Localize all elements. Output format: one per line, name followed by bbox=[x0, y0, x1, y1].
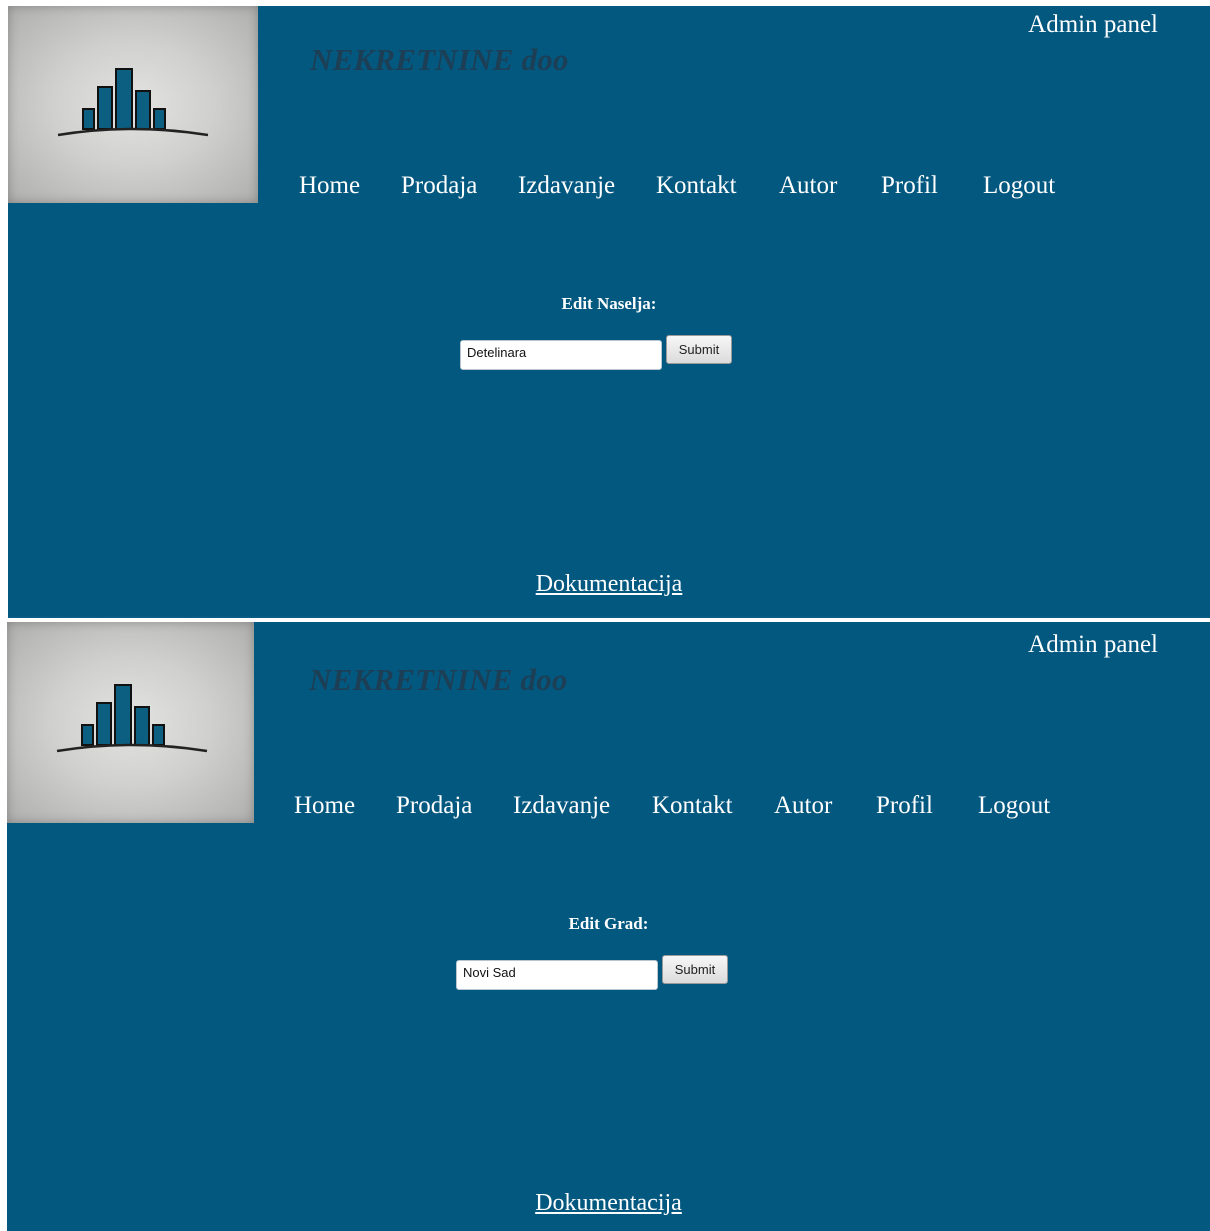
brand-title: NEKRETNINE doo bbox=[310, 42, 569, 77]
admin-panel-link[interactable]: Admin panel bbox=[1028, 11, 1158, 39]
brand-title: NEKRETNINE doo bbox=[309, 662, 568, 697]
nav-profil[interactable]: Profil bbox=[876, 792, 933, 820]
nav-kontakt[interactable]: Kontakt bbox=[652, 792, 733, 820]
submit-button[interactable]: Submit bbox=[666, 335, 732, 364]
nav-izdavanje[interactable]: Izdavanje bbox=[513, 792, 610, 820]
buildings-icon bbox=[56, 684, 208, 753]
page-panel-edit-naselja: NEKRETNINE doo Admin panel Home Prodaja … bbox=[8, 6, 1210, 618]
nav-prodaja[interactable]: Prodaja bbox=[401, 172, 477, 200]
dokumentacija-link: Dokumentacija bbox=[7, 1190, 1210, 1217]
page-panel-edit-grad: NEKRETNINE doo Admin panel Home Prodaja … bbox=[7, 622, 1210, 1231]
main-nav: Home Prodaja Izdavanje Kontakt Autor Pro… bbox=[8, 172, 1210, 206]
main-nav: Home Prodaja Izdavanje Kontakt Autor Pro… bbox=[7, 792, 1210, 826]
nav-home[interactable]: Home bbox=[294, 792, 355, 820]
nav-autor[interactable]: Autor bbox=[774, 792, 832, 820]
nav-logout[interactable]: Logout bbox=[983, 172, 1055, 200]
dokumentacija-link: Dokumentacija bbox=[8, 571, 1210, 598]
nav-home[interactable]: Home bbox=[299, 172, 360, 200]
dokumentacija-link-text[interactable]: Dokumentacija bbox=[536, 571, 683, 597]
form-title: Edit Naselja: bbox=[561, 294, 657, 313]
nav-logout[interactable]: Logout bbox=[978, 792, 1050, 820]
dokumentacija-link-text[interactable]: Dokumentacija bbox=[535, 1190, 682, 1216]
admin-panel-link[interactable]: Admin panel bbox=[1028, 631, 1158, 659]
nav-prodaja[interactable]: Prodaja bbox=[396, 792, 472, 820]
buildings-icon bbox=[57, 68, 209, 137]
form-title: Edit Grad: bbox=[568, 914, 649, 933]
nav-kontakt[interactable]: Kontakt bbox=[656, 172, 737, 200]
nav-autor[interactable]: Autor bbox=[779, 172, 837, 200]
naselje-input[interactable]: Detelinara bbox=[460, 340, 662, 370]
nav-profil[interactable]: Profil bbox=[881, 172, 938, 200]
submit-button[interactable]: Submit bbox=[662, 955, 728, 984]
grad-input[interactable]: Novi Sad bbox=[456, 960, 658, 990]
nav-izdavanje[interactable]: Izdavanje bbox=[518, 172, 615, 200]
